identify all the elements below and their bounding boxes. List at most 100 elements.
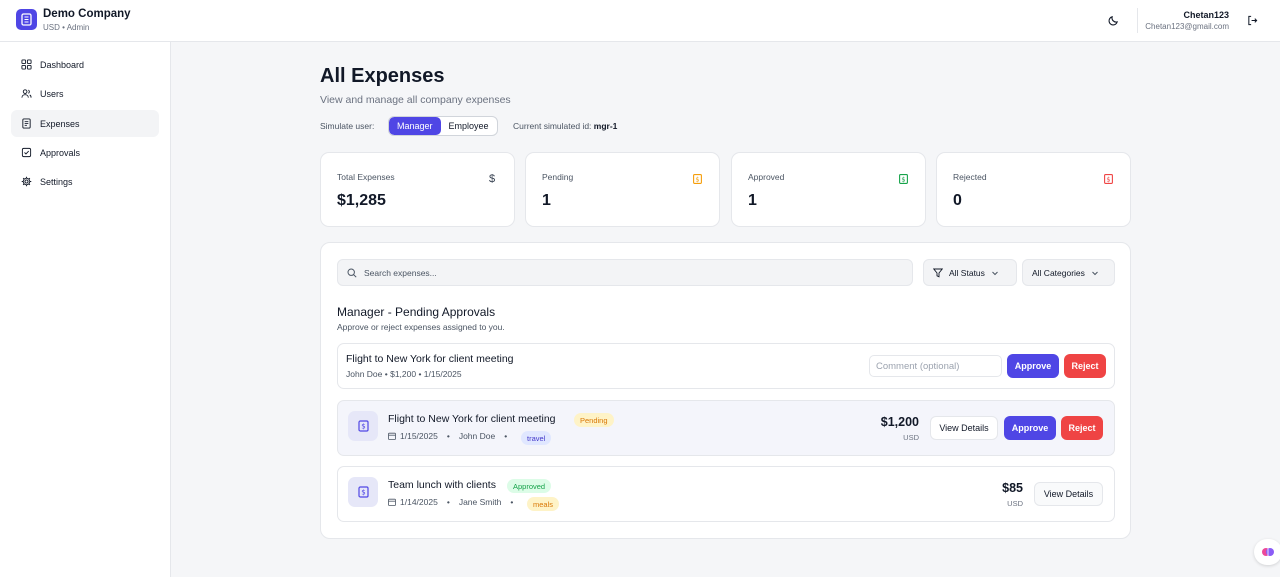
simulate-user-toggle: Manager Employee [388, 116, 498, 136]
sidebar: Dashboard Users Expenses Approvals Setti… [0, 42, 171, 577]
simulated-id: Current simulated id: mgr-1 [513, 121, 617, 131]
sidebar-item-users[interactable]: Users [11, 80, 159, 107]
expense-employee: John Doe [458, 431, 496, 441]
sidebar-item-label: Approvals [40, 147, 81, 158]
gear-icon [21, 176, 32, 187]
approve-button[interactable]: Approve [1007, 354, 1059, 378]
stat-value: 0 [953, 192, 962, 209]
view-details-button[interactable]: View Details [1034, 482, 1103, 506]
expenses-panel: All Status All Categories Manager - Pend… [320, 242, 1131, 539]
company-name: Demo Company [43, 8, 131, 20]
sidebar-item-approvals[interactable]: Approvals [11, 139, 159, 166]
stat-label: Rejected [953, 172, 987, 182]
stat-card-total: Total Expenses $1,285 $ [320, 152, 515, 227]
expense-amount: $1,200 [880, 415, 919, 429]
page-subtitle: View and manage all company expenses [320, 94, 511, 106]
simulate-employee-button[interactable]: Employee [441, 117, 497, 135]
stat-card-pending: Pending 1 $ [525, 152, 720, 227]
grid-icon [21, 59, 32, 70]
search-icon [347, 267, 357, 278]
logout-icon[interactable] [1244, 12, 1260, 28]
assistant-brain-icon[interactable] [1254, 539, 1280, 565]
approved-receipt-icon: $ [898, 173, 908, 184]
pending-approvals-title: Manager - Pending Approvals [337, 305, 496, 319]
search-input[interactable] [364, 267, 904, 278]
sidebar-item-label: Dashboard [40, 59, 85, 70]
theme-toggle-moon-icon[interactable] [1105, 12, 1121, 28]
expense-receipt-icon: $ [348, 411, 378, 441]
view-details-button[interactable]: View Details [930, 416, 998, 440]
stat-card-rejected: Rejected 0 $ [936, 152, 1131, 227]
reject-button[interactable]: Reject [1064, 354, 1106, 378]
rejected-receipt-icon: $ [1103, 173, 1113, 184]
company-currency-role: USD • Admin [43, 23, 90, 32]
sidebar-item-label: Settings [40, 176, 73, 187]
receipt-icon [22, 118, 31, 129]
stat-value: 1 [748, 192, 757, 209]
stat-card-approved: Approved 1 $ [731, 152, 926, 227]
category-badge: travel [521, 431, 552, 445]
header-divider [1137, 8, 1138, 33]
stat-label: Total Expenses [337, 172, 395, 182]
search-box [337, 259, 913, 286]
dollar-icon: $ [488, 172, 496, 185]
chevron-down-icon [1092, 271, 1098, 275]
simulated-id-value: mgr-1 [593, 121, 618, 131]
page-title: All Expenses [320, 65, 445, 87]
expense-amount: $85 [1002, 481, 1023, 495]
pending-approvals-subtitle: Approve or reject expenses assigned to y… [337, 322, 505, 332]
expense-employee: Jane Smith [458, 497, 502, 507]
top-header: Demo Company USD • Admin Chetan123 Cheta… [0, 0, 1280, 42]
expense-currency: USD [903, 433, 919, 442]
user-email: Chetan123@gmail.com [1145, 22, 1229, 31]
approval-item-meta: John Doe • $1,200 • 1/15/2025 [346, 369, 462, 379]
svg-text:$: $ [1106, 175, 1110, 183]
sidebar-item-expenses[interactable]: Expenses [11, 110, 159, 137]
sidebar-item-settings[interactable]: Settings [11, 168, 159, 195]
expense-date: 1/14/2025 [400, 497, 438, 507]
expense-meta: 1/14/2025 • Jane Smith • [388, 497, 518, 507]
expense-row: $ Flight to New York for client meeting … [337, 400, 1115, 456]
sidebar-item-label: Users [40, 88, 64, 99]
approval-item: Flight to New York for client meeting Jo… [337, 343, 1115, 389]
reject-button[interactable]: Reject [1061, 416, 1103, 440]
company-logo-icon [16, 9, 37, 30]
expense-receipt-icon: $ [348, 477, 378, 507]
approve-button[interactable]: Approve [1004, 416, 1056, 440]
stat-value: $1,285 [337, 192, 386, 209]
status-filter-value: All Status [949, 267, 985, 278]
stat-value: 1 [542, 192, 551, 209]
svg-text:$: $ [901, 175, 905, 183]
comment-input[interactable] [869, 355, 1002, 377]
pending-receipt-icon: $ [692, 173, 702, 184]
chevron-down-icon [992, 271, 998, 275]
expense-title: Team lunch with clients [388, 479, 496, 491]
status-filter-select[interactable]: All Status [923, 259, 1017, 286]
simulate-user-label: Simulate user: [320, 121, 375, 131]
simulated-id-label: Current simulated id: [513, 121, 592, 131]
status-badge: Pending [574, 413, 614, 427]
sidebar-item-label: Expenses [40, 118, 80, 129]
simulate-manager-button[interactable]: Manager [389, 117, 441, 135]
svg-text:$: $ [695, 175, 699, 183]
category-filter-select[interactable]: All Categories [1022, 259, 1115, 286]
filter-icon [933, 268, 943, 278]
status-badge: Approved [507, 479, 552, 493]
expense-title: Flight to New York for client meeting [388, 413, 556, 425]
stat-label: Pending [542, 172, 574, 182]
sidebar-item-dashboard[interactable]: Dashboard [11, 51, 159, 78]
stat-label: Approved [748, 172, 785, 182]
category-filter-value: All Categories [1032, 267, 1085, 278]
expense-currency: USD [1007, 499, 1023, 508]
expense-meta: 1/15/2025 • John Doe • [388, 431, 512, 441]
users-icon [21, 89, 32, 98]
svg-text:$: $ [361, 423, 365, 431]
calendar-icon [388, 498, 396, 506]
check-square-icon [21, 147, 32, 158]
user-name: Chetan123 [1183, 10, 1229, 20]
category-badge: meals [527, 497, 560, 511]
expense-row: $ Team lunch with clients Approved 1/14/… [337, 466, 1115, 522]
approval-item-title: Flight to New York for client meeting [346, 353, 514, 365]
calendar-icon [388, 432, 396, 440]
expense-date: 1/15/2025 [400, 431, 438, 441]
